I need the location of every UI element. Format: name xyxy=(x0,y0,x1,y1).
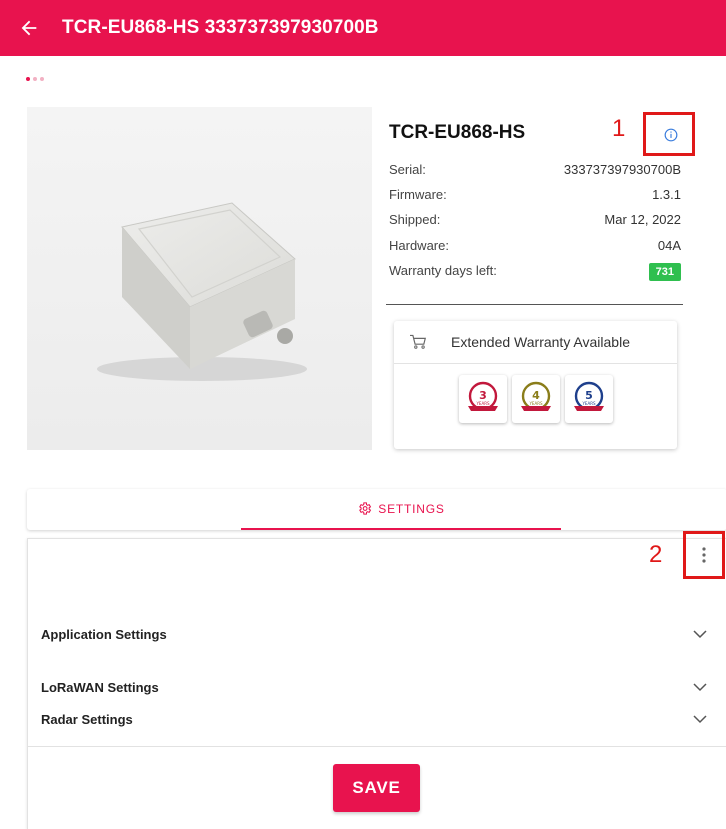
accordion-label: LoRaWAN Settings xyxy=(41,679,159,695)
spec-firmware: Firmware: 1.3.1 xyxy=(389,187,681,202)
spec-label: Hardware: xyxy=(389,238,449,253)
svg-text:YEARS: YEARS xyxy=(528,401,542,406)
warranty-3-years-badge[interactable]: 3 YEARS xyxy=(458,375,507,423)
spec-hardware: Hardware: 04A xyxy=(389,238,681,253)
cart-icon xyxy=(410,334,427,349)
warranty-4-years-badge[interactable]: 4 YEARS xyxy=(511,375,560,423)
spec-label: Firmware: xyxy=(389,187,447,202)
annotation-marker-1: 1 xyxy=(612,115,626,142)
annotation-marker-2: 2 xyxy=(649,541,663,568)
spec-label: Warranty days left: xyxy=(389,263,497,278)
spec-label: Shipped: xyxy=(389,212,441,227)
device-name: TCR-EU868-HS xyxy=(389,122,526,143)
save-button[interactable]: SAVE xyxy=(333,764,420,812)
gear-icon xyxy=(359,502,372,515)
chevron-down-icon xyxy=(693,682,707,691)
svg-text:YEARS: YEARS xyxy=(475,401,489,406)
spec-value: Mar 12, 2022 xyxy=(604,212,681,227)
spec-value: 333737397930700B xyxy=(563,162,681,177)
accordion-radar-settings[interactable]: Radar Settings xyxy=(27,694,726,744)
tab-bar: SETTINGS xyxy=(27,489,726,530)
page-title: TCR-EU868-HS 333737397930700B xyxy=(62,17,379,38)
extended-warranty-card: Extended Warranty Available 3 YEARS 4 YE… xyxy=(394,321,677,449)
arrow-left-icon[interactable] xyxy=(18,17,40,39)
spec-warranty: Warranty days left: 731 xyxy=(389,263,681,281)
more-vert-icon xyxy=(702,547,706,563)
loading-dots xyxy=(26,77,44,81)
accordion-label: Application Settings xyxy=(41,626,167,642)
info-icon xyxy=(664,128,678,142)
tab-settings[interactable]: SETTINGS xyxy=(241,489,561,530)
chevron-down-icon xyxy=(693,629,707,638)
warranty-seal-icon: 3 YEARS xyxy=(467,381,498,411)
spec-value: 04A xyxy=(657,238,681,253)
svg-text:YEARS: YEARS xyxy=(581,401,595,406)
chevron-down-icon xyxy=(693,714,707,723)
accordion-label: Radar Settings xyxy=(41,711,133,727)
warranty-card-header[interactable]: Extended Warranty Available xyxy=(394,321,677,364)
warranty-seal-icon: 5 YEARS xyxy=(573,381,604,411)
top-app-bar: TCR-EU868-HS 333737397930700B xyxy=(0,0,726,56)
warranty-seal-icon: 4 YEARS xyxy=(520,381,551,411)
device-image xyxy=(27,107,372,450)
spec-shipped: Shipped: Mar 12, 2022 xyxy=(389,212,681,227)
warranty-days-badge: 731 xyxy=(648,263,681,281)
panel-divider xyxy=(27,746,726,747)
warranty-card-title: Extended Warranty Available xyxy=(451,334,630,350)
warranty-5-years-badge[interactable]: 5 YEARS xyxy=(564,375,613,423)
info-button[interactable] xyxy=(647,113,695,157)
spec-value: 1.3.1 xyxy=(652,187,681,202)
warranty-options: 3 YEARS 4 YEARS 5 YEARS xyxy=(394,375,677,423)
tab-label: SETTINGS xyxy=(378,501,445,516)
accordion-application-settings[interactable]: Application Settings xyxy=(27,609,726,659)
more-menu-button[interactable] xyxy=(683,531,725,579)
divider xyxy=(386,304,683,305)
spec-label: Serial: xyxy=(389,162,426,177)
spec-serial: Serial: 333737397930700B xyxy=(389,162,681,177)
